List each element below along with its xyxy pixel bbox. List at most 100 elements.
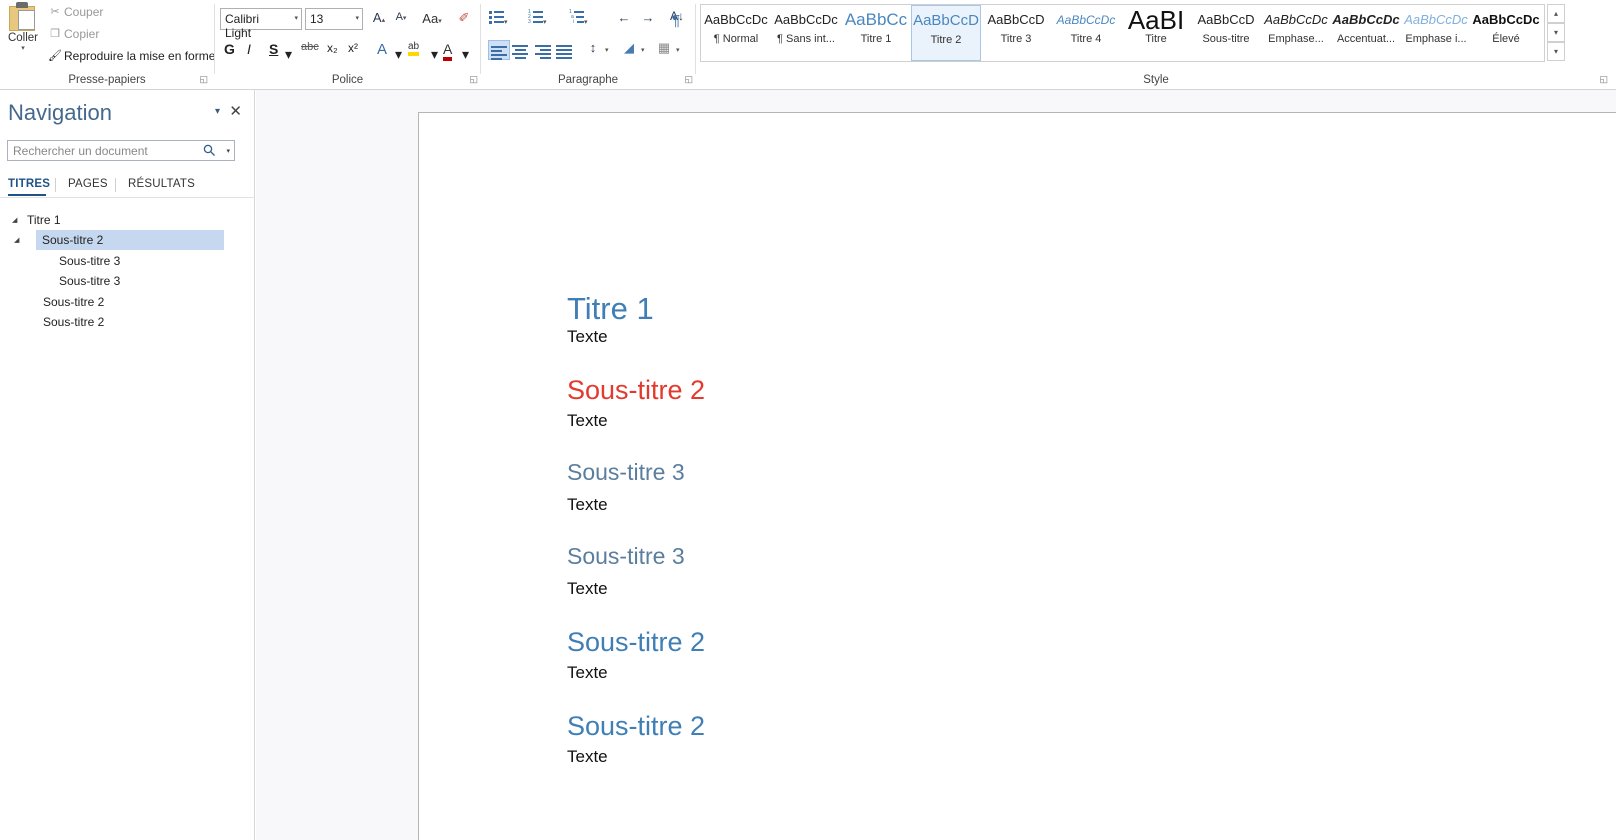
style-item-normal[interactable]: AaBbCcDc ¶ Normal [701,5,771,61]
text-effects-dropdown-icon[interactable]: ▾ [395,46,402,63]
heading-tree-label: Titre 1 [27,213,61,227]
style-preview: AaBbCcDc [1332,12,1400,27]
justify-button[interactable] [554,40,576,60]
grow-font-button[interactable]: A▴ [370,10,388,25]
clipboard-dialog-launcher[interactable]: ◱ [199,74,208,85]
chevron-down-icon[interactable]: ▾ [294,14,298,22]
heading-tree-item[interactable]: Sous-titre 3 [0,271,255,291]
line-spacing-dropdown-icon[interactable]: ▾ [605,46,609,54]
paragraph-dialog-launcher[interactable]: ◱ [684,74,693,85]
document-paragraph[interactable]: Texte [567,579,608,599]
heading-tree-item[interactable]: Sous-titre 2 [0,312,255,332]
align-right-button[interactable] [532,40,554,60]
style-item-emphase-i[interactable]: AaBbCcDc Emphase i... [1401,5,1471,61]
styles-dialog-launcher[interactable]: ◱ [1599,74,1608,85]
search-dropdown-icon[interactable]: ▾ [226,147,230,155]
search-input[interactable]: Rechercher un document ▾ [7,140,235,161]
heading-tree-label: Sous-titre 2 [42,233,104,248]
document-paragraph[interactable]: Texte [567,663,608,683]
paste-dropdown-arrow-icon[interactable]: ▾ [2,45,44,53]
font-size-combo[interactable]: 13 ▾ [305,8,363,30]
close-icon[interactable]: ✕ [229,102,242,120]
bullet-list-button[interactable]: ▾ [489,10,508,29]
document-paragraph[interactable]: Texte [567,327,608,347]
change-case-button[interactable]: Aa▾ [417,11,447,26]
document-paragraph[interactable]: Texte [567,495,608,515]
cut-icon: ✂ [50,6,60,19]
expand-collapse-icon[interactable]: ◢ [14,236,19,244]
subscript-button[interactable]: x₂ [327,41,338,55]
paste-button[interactable]: Coller ▾ [2,2,44,60]
search-icon[interactable] [203,144,216,160]
shading-dropdown-icon[interactable]: ▾ [641,46,645,54]
decrease-indent-button[interactable]: ← [615,10,633,25]
style-item-accentuat[interactable]: AaBbCcDc Accentuat... [1331,5,1401,61]
underline-button[interactable]: S [269,41,278,57]
borders-button[interactable]: ▦ [656,40,672,56]
font-color-dropdown-icon[interactable]: ▾ [462,46,469,63]
document-heading[interactable]: Sous-titre 2 [567,375,705,406]
heading-tree-item[interactable]: ◢ Titre 1 [0,210,255,230]
document-heading[interactable]: Sous-titre 3 [567,459,685,486]
style-item-titre-3[interactable]: AaBbCcD Titre 3 [981,5,1051,61]
show-formatting-marks-button[interactable]: ¶ [672,12,680,29]
heading-tree-item[interactable]: Sous-titre 3 [0,251,255,271]
style-preview: AaBbCcD [1197,12,1255,27]
numbered-list-button[interactable]: 1 2 3 ▾ [528,10,547,29]
align-center-button[interactable] [510,40,532,60]
style-item-sans-int[interactable]: AaBbCcDc ¶ Sans int... [771,5,841,61]
text-effects-button[interactable]: A [377,41,387,58]
multilevel-list-button[interactable]: 1 a i ▾ [569,10,588,29]
bold-button[interactable]: G [224,41,235,57]
cut-button[interactable]: ✂ Couper [46,4,103,19]
style-item-titre[interactable]: AaBІ Titre [1121,5,1191,61]
style-scroll-up-button[interactable]: ▴ [1547,4,1565,23]
highlight-button[interactable]: ab [408,41,420,56]
font-color-button[interactable]: A [443,41,453,61]
style-scroll-down-button[interactable]: ▾ [1547,23,1565,42]
document-page[interactable]: Titre 1 Texte Sous-titre 2 Texte Sous-titre … [418,112,1616,840]
nav-tab-rsultats[interactable]: RÉSULTATS [128,178,195,190]
clear-formatting-button[interactable]: ✐ [455,10,473,26]
format-painter-button[interactable]: 🖌 Reproduire la mise en forme [46,48,215,63]
style-item-sous-titre[interactable]: AaBbCcD Sous-titre [1191,5,1261,61]
increase-indent-button[interactable]: → [639,10,657,25]
style-item-titre-4[interactable]: AaBbCcDc Titre 4 [1051,5,1121,61]
style-name: Sous-titre [1202,33,1250,45]
navigation-title: Navigation [8,100,112,125]
underline-dropdown-icon[interactable]: ▾ [285,46,292,63]
document-heading[interactable]: Sous-titre 2 [567,711,705,742]
nav-tab-pages[interactable]: PAGES [68,178,108,190]
highlight-dropdown-icon[interactable]: ▾ [431,46,438,63]
document-paragraph[interactable]: Texte [567,411,608,431]
heading-tree-item[interactable]: ◢ Sous-titre 2 [14,230,224,251]
style-item-emphase[interactable]: AaBbCcDc Emphase... [1261,5,1331,61]
line-spacing-button[interactable]: ↕ [585,40,601,55]
copy-button[interactable]: ❐ Copier [46,26,99,41]
shading-button[interactable]: ◢ [621,40,637,56]
superscript-button[interactable]: x² [348,41,358,55]
borders-dropdown-icon[interactable]: ▾ [676,46,680,54]
expand-collapse-icon[interactable]: ◢ [12,216,17,224]
align-left-button[interactable] [488,40,510,60]
strikethrough-button[interactable]: abc [301,41,319,53]
document-heading[interactable]: Sous-titre 2 [567,627,705,658]
style-name: Élevé [1492,33,1520,45]
navigation-options-icon[interactable]: ▾ [215,106,220,117]
style-item-titre-1[interactable]: AaBbCс Titre 1 [841,5,911,61]
shrink-font-button[interactable]: A▾ [392,11,410,23]
style-item-lev[interactable]: AaBbCcDc Élevé [1471,5,1541,61]
font-name-combo[interactable]: Calibri Light ▾ [220,8,302,40]
heading-tree-item[interactable]: Sous-titre 2 [0,292,255,312]
font-dialog-launcher[interactable]: ◱ [469,74,478,85]
document-heading[interactable]: Sous-titre 3 [567,543,685,570]
ribbon-group-paragraph: ▾ 1 2 3 ▾ 1 a i ▾ ← → A↓ ↕ ▾ ◢ ▾ ▦ ▾ Par… [481,0,695,88]
document-heading[interactable]: Titre 1 [567,291,654,327]
nav-tab-titres[interactable]: TITRES [8,178,50,190]
italic-button[interactable]: I [247,41,251,57]
style-more-button[interactable]: ▾ [1547,42,1565,61]
style-gallery[interactable]: AaBbCcDc ¶ Normal AaBbCcDc ¶ Sans int... AaB… [700,4,1545,62]
document-paragraph[interactable]: Texte [567,747,608,767]
style-item-titre-2[interactable]: AaBbCcD Titre 2 [911,5,981,61]
chevron-down-icon[interactable]: ▾ [355,14,359,22]
